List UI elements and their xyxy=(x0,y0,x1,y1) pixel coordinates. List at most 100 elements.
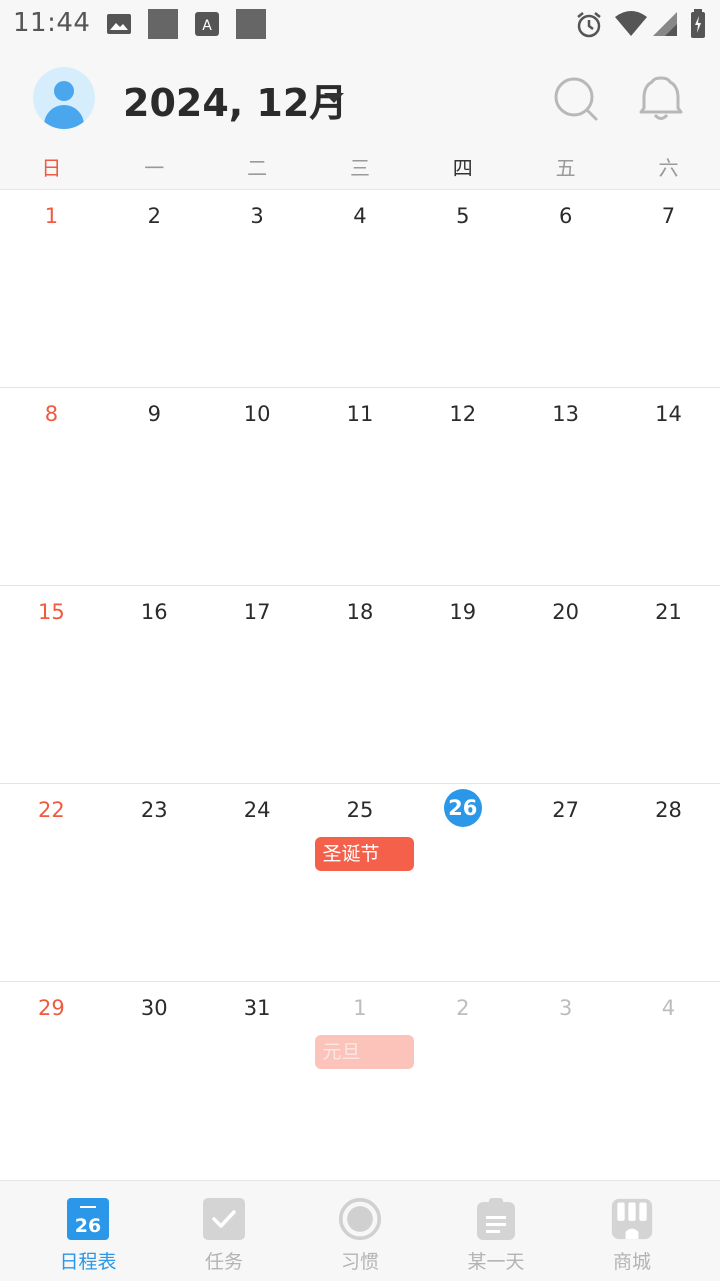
nav-tasks[interactable]: 任务 xyxy=(156,1181,292,1281)
calendar-day[interactable]: 12 xyxy=(411,388,514,585)
calendar-day-today[interactable]: 26 xyxy=(411,784,514,981)
calendar-day[interactable]: 28 xyxy=(617,784,720,981)
calendar-day[interactable]: 27 xyxy=(514,784,617,981)
day-number: 30 xyxy=(140,996,168,1020)
calendar-day[interactable]: 14 xyxy=(617,388,720,585)
calendar-day[interactable]: 10 xyxy=(206,388,309,585)
day-number: 13 xyxy=(552,402,579,426)
calendar-day[interactable]: 4 xyxy=(309,190,412,387)
search-icon xyxy=(554,77,598,121)
calendar-week: 22 23 24 25 圣诞节 26 27 28 xyxy=(0,784,720,982)
calendar-day[interactable]: 16 xyxy=(103,586,206,783)
notification-square-icon xyxy=(148,9,178,39)
day-number: 4 xyxy=(661,996,676,1020)
calendar-day[interactable]: 13 xyxy=(514,388,617,585)
calendar-day[interactable]: 29 xyxy=(0,982,103,1179)
weekday-label: 六 xyxy=(658,156,679,180)
wifi-icon xyxy=(614,11,648,41)
calendar-day[interactable]: 24 xyxy=(206,784,309,981)
day-number: 15 xyxy=(38,600,65,624)
calendar-day[interactable]: 1 xyxy=(0,190,103,387)
day-number: 31 xyxy=(243,996,271,1020)
day-number: 7 xyxy=(661,204,676,228)
search-button[interactable] xyxy=(553,74,599,124)
calendar-day[interactable]: 9 xyxy=(103,388,206,585)
month-dropdown-caret-icon[interactable] xyxy=(324,93,344,103)
calendar-day[interactable]: 20 xyxy=(514,586,617,783)
calendar-day[interactable]: 7 xyxy=(617,190,720,387)
nav-label: 某一天 xyxy=(467,1251,525,1273)
calendar-day[interactable]: 2 xyxy=(103,190,206,387)
calendar-icon: 26 xyxy=(67,1198,109,1240)
avatar-body xyxy=(44,105,84,129)
clipboard-icon xyxy=(477,1198,515,1240)
day-number: 16 xyxy=(140,600,168,624)
svg-text:A: A xyxy=(202,18,212,34)
status-time: 11:44 xyxy=(13,8,91,38)
day-number: 1 xyxy=(353,996,367,1020)
weekday-label: 三 xyxy=(349,156,370,180)
day-number: 1 xyxy=(44,204,59,228)
weekday-label: 二 xyxy=(247,156,268,180)
day-number: 25 xyxy=(346,798,374,822)
calendar-day[interactable]: 15 xyxy=(0,586,103,783)
calendar-day-next-month[interactable]: 1 元旦 xyxy=(309,982,414,1179)
nav-habits[interactable]: 习惯 xyxy=(292,1181,428,1281)
calendar-week: 29 30 31 1 元旦 2 3 4 xyxy=(0,982,720,1179)
month-title[interactable]: 2024, 12月 xyxy=(123,72,347,127)
avatar-head xyxy=(54,81,74,101)
avatar[interactable] xyxy=(33,67,95,129)
calendar-day[interactable]: 3 xyxy=(206,190,309,387)
today-day-number: 26 xyxy=(443,789,482,827)
alarm-icon xyxy=(574,10,604,44)
event-new-year[interactable]: 元旦 xyxy=(314,1035,414,1069)
day-number: 3 xyxy=(250,204,264,228)
nav-label: 商城 xyxy=(612,1251,651,1273)
day-number: 10 xyxy=(243,402,271,426)
calendar-week: 8 9 10 11 12 13 14 xyxy=(0,388,720,586)
day-number: 8 xyxy=(44,402,59,426)
bottom-nav: 26 日程表 任务 习惯 某一天 商城 xyxy=(0,1180,720,1281)
day-number: 22 xyxy=(38,798,65,822)
calendar-day-next-month[interactable]: 3 xyxy=(514,982,617,1179)
calendar-day[interactable]: 17 xyxy=(206,586,309,783)
day-number: 12 xyxy=(449,402,477,426)
day-number: 24 xyxy=(243,798,271,822)
calendar-icon-badge: 26 xyxy=(75,1215,101,1237)
day-number: 19 xyxy=(449,600,477,624)
day-number: 5 xyxy=(456,204,470,228)
calendar-day[interactable]: 6 xyxy=(514,190,617,387)
calendar-day-next-month[interactable]: 4 xyxy=(617,982,720,1179)
nav-label: 日程表 xyxy=(59,1251,117,1273)
calendar-day[interactable]: 30 xyxy=(103,982,206,1179)
calendar-day[interactable]: 22 xyxy=(0,784,103,981)
text-notification-icon: A xyxy=(194,11,220,41)
battery-icon xyxy=(690,9,706,43)
calendar-day[interactable]: 8 xyxy=(0,388,103,585)
status-bar: 11:44 A xyxy=(0,0,720,48)
day-number: 9 xyxy=(147,402,161,426)
weekday-header: 日 一 二 三 四 五 六 xyxy=(0,150,720,190)
event-christmas[interactable]: 圣诞节 xyxy=(314,837,414,871)
nav-someday[interactable]: 某一天 xyxy=(428,1181,564,1281)
day-number: 27 xyxy=(552,798,579,822)
day-number: 6 xyxy=(558,204,573,228)
calendar-day[interactable]: 18 xyxy=(309,586,412,783)
nav-shop[interactable]: 商城 xyxy=(564,1181,700,1281)
calendar-day[interactable]: 25 圣诞节 xyxy=(309,784,414,981)
bell-icon xyxy=(639,76,683,120)
calendar-day[interactable]: 11 xyxy=(309,388,412,585)
nav-schedule[interactable]: 26 日程表 xyxy=(20,1181,156,1281)
calendar-day[interactable]: 21 xyxy=(617,586,720,783)
calendar-day[interactable]: 31 xyxy=(206,982,309,1179)
calendar-day-next-month[interactable]: 2 xyxy=(411,982,514,1179)
calendar-day[interactable]: 19 xyxy=(411,586,514,783)
notification-button[interactable] xyxy=(638,74,684,124)
day-number: 23 xyxy=(140,798,168,822)
day-number: 11 xyxy=(346,402,374,426)
calendar-day[interactable]: 23 xyxy=(103,784,206,981)
day-number: 18 xyxy=(346,600,374,624)
calendar-day[interactable]: 5 xyxy=(411,190,514,387)
app-header: 2024, 12月 xyxy=(0,48,720,150)
day-number: 2 xyxy=(147,204,161,228)
